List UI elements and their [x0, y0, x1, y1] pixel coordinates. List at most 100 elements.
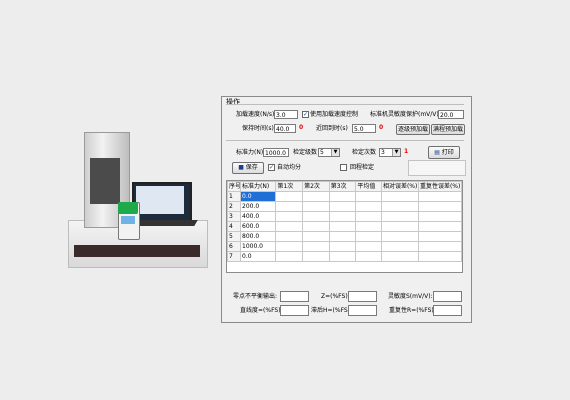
- hysteresis-field[interactable]: [348, 305, 377, 316]
- table-cell[interactable]: [275, 221, 304, 232]
- save-button[interactable]: ■ 保存: [232, 162, 264, 174]
- row-number-cell: 7: [227, 251, 241, 262]
- table-cell[interactable]: [328, 211, 357, 222]
- table-row: 2 200.0: [227, 201, 463, 212]
- table-cell[interactable]: [302, 191, 330, 202]
- z-field[interactable]: [348, 291, 377, 302]
- calibration-table: 序号 标准力(N) 第1次 第2次 第3次 平均值 相对误差(%) 重复性误差(%) 1 0.0…: [227, 181, 463, 262]
- table-cell[interactable]: 0.0: [239, 251, 277, 262]
- zero-output-label: 零点不平衡输出:: [233, 293, 278, 300]
- table-cell[interactable]: 600.0: [239, 221, 277, 232]
- table-cell[interactable]: [275, 231, 304, 242]
- hold-time-input[interactable]: 40.0: [274, 124, 296, 133]
- auto-average-checkbox[interactable]: ✓: [268, 164, 275, 171]
- table-cell[interactable]: [328, 231, 357, 242]
- table-cell[interactable]: [355, 251, 382, 262]
- return-check-checkbox[interactable]: [340, 164, 347, 171]
- zero-time-marker: 0: [379, 124, 384, 131]
- table-row: 1 0.0: [227, 191, 463, 202]
- table-cell[interactable]: [328, 241, 357, 252]
- column-header[interactable]: 第2次: [302, 181, 330, 192]
- zero-time-input[interactable]: 5.0: [352, 124, 376, 133]
- table-cell[interactable]: [328, 191, 357, 202]
- column-header[interactable]: 相对误差(%): [380, 181, 419, 192]
- print-button[interactable]: ▤ 打印: [428, 146, 460, 159]
- sensitivity-protect-label: 标准机灵敏度保护(mV/V): [370, 111, 439, 118]
- column-header[interactable]: 序号: [227, 181, 241, 192]
- zero-output-field[interactable]: [280, 291, 309, 302]
- table-cell[interactable]: [355, 221, 382, 232]
- table-cell[interactable]: [302, 251, 330, 262]
- table-cell[interactable]: [355, 201, 382, 212]
- table-cell[interactable]: [302, 201, 330, 212]
- table-cell[interactable]: 200.0: [239, 201, 277, 212]
- sensitivity-protect-input[interactable]: 20.0: [438, 110, 464, 119]
- column-header[interactable]: 第1次: [275, 181, 304, 192]
- table-cell[interactable]: [275, 211, 304, 222]
- table-cell[interactable]: [355, 191, 382, 202]
- use-speed-control-checkbox[interactable]: ✓: [302, 111, 309, 118]
- column-header[interactable]: 标准力(N): [239, 181, 277, 192]
- linearity-field[interactable]: [280, 305, 309, 316]
- table-cell[interactable]: [275, 201, 304, 212]
- table-cell[interactable]: [380, 191, 419, 202]
- calibration-grid[interactable]: 序号 标准力(N) 第1次 第2次 第3次 平均值 相对误差(%) 重复性误差(%) 1 0.0…: [226, 180, 463, 273]
- status-area: [408, 160, 466, 176]
- column-header[interactable]: 第3次: [328, 181, 357, 192]
- table-cell[interactable]: 1000.0: [239, 241, 277, 252]
- table-cell[interactable]: [275, 241, 304, 252]
- table-cell[interactable]: 400.0: [239, 211, 277, 222]
- table-cell[interactable]: [417, 191, 463, 202]
- table-row: 6 1000.0: [227, 241, 463, 252]
- table-cell[interactable]: [380, 241, 419, 252]
- load-speed-label: 加载速度(N/s): [236, 111, 275, 118]
- table-cell[interactable]: [328, 221, 357, 232]
- standard-force-input[interactable]: 1000.0: [263, 148, 289, 157]
- column-header[interactable]: 重复性误差(%): [417, 181, 463, 192]
- table-cell[interactable]: [417, 211, 463, 222]
- step-preload-button[interactable]: 逐级预加载: [396, 124, 430, 135]
- table-row: 4 600.0: [227, 221, 463, 232]
- table-cell[interactable]: [328, 201, 357, 212]
- full-preload-button[interactable]: 满程预加载: [431, 124, 465, 135]
- levels-select[interactable]: 5 ▼: [318, 148, 340, 157]
- table-row: 3 400.0: [227, 211, 463, 222]
- row-number-cell: 1: [227, 191, 241, 202]
- table-cell[interactable]: [355, 241, 382, 252]
- device-display-strip: [74, 245, 200, 257]
- column-header[interactable]: 平均值: [355, 181, 382, 192]
- table-cell[interactable]: [275, 191, 304, 202]
- table-cell[interactable]: [275, 251, 304, 262]
- table-cell[interactable]: [380, 231, 419, 242]
- table-cell[interactable]: [417, 201, 463, 212]
- table-cell[interactable]: [417, 241, 463, 252]
- table-cell[interactable]: [380, 251, 419, 262]
- table-cell[interactable]: [417, 221, 463, 232]
- table-cell[interactable]: [380, 211, 419, 222]
- laptop-screen-content: [136, 186, 184, 214]
- table-cell[interactable]: 0.0: [239, 191, 277, 202]
- repeatability-field[interactable]: [433, 305, 462, 316]
- table-cell[interactable]: [355, 231, 382, 242]
- check-icon: ✓: [269, 164, 275, 171]
- floppy-icon: ■: [238, 164, 244, 171]
- sensitivity-result-field[interactable]: [433, 291, 462, 302]
- table-cell[interactable]: [417, 231, 463, 242]
- table-cell[interactable]: [417, 251, 463, 262]
- table-cell[interactable]: [380, 221, 419, 232]
- times-select[interactable]: 3 ▼: [379, 148, 401, 157]
- row-number-cell: 2: [227, 201, 241, 212]
- table-cell[interactable]: [302, 211, 330, 222]
- table-cell[interactable]: [302, 231, 330, 242]
- table-cell[interactable]: [302, 241, 330, 252]
- sensitivity-result-label: 灵敏度S(mV/V):: [388, 293, 433, 300]
- table-cell[interactable]: [380, 201, 419, 212]
- table-row: 7 0.0: [227, 251, 463, 262]
- table-cell[interactable]: [355, 211, 382, 222]
- load-speed-input[interactable]: 3.0: [274, 110, 298, 119]
- table-cell[interactable]: [302, 221, 330, 232]
- table-cell[interactable]: 800.0: [239, 231, 277, 242]
- hysteresis-label: 滞后H=(%FS):: [311, 307, 353, 314]
- table-cell[interactable]: [328, 251, 357, 262]
- check-icon: ✓: [303, 111, 309, 118]
